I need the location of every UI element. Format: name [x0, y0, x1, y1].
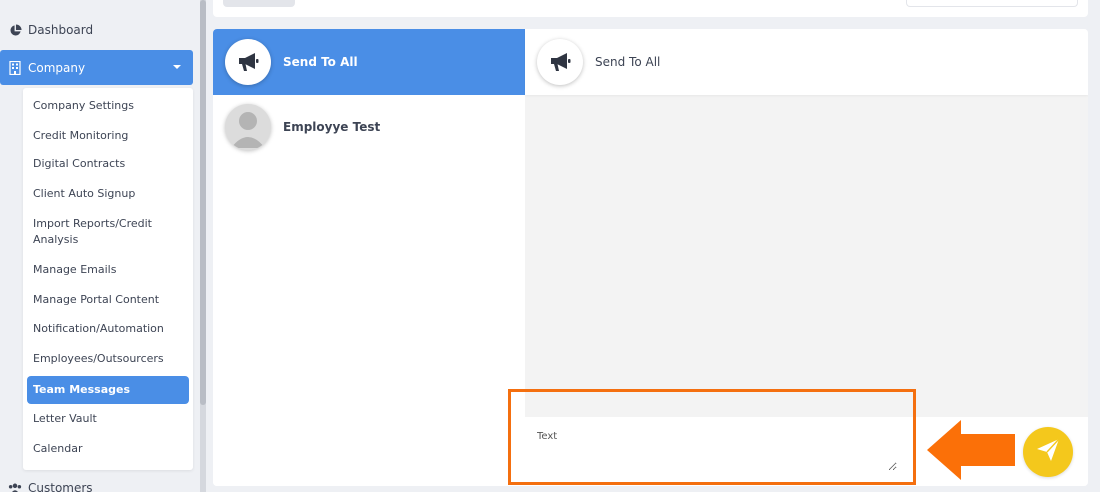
caret-down-icon: [173, 65, 181, 69]
toolbar-button[interactable]: [223, 0, 295, 7]
sidebar-scrollbar[interactable]: [200, 0, 206, 492]
contact-name: Employye Test: [283, 120, 381, 134]
megaphone-icon: [225, 39, 271, 85]
submenu-item-employees-outsourcers[interactable]: Employees/Outsourcers: [27, 351, 189, 367]
annotation-arrow-icon: [927, 420, 1015, 480]
users-icon: [8, 481, 22, 492]
submenu-item-team-messages[interactable]: Team Messages: [27, 376, 189, 404]
nav-company[interactable]: Company: [0, 50, 193, 85]
nav-customers[interactable]: Customers: [0, 478, 193, 492]
nav-company-label: Company: [28, 60, 86, 75]
megaphone-icon: [537, 39, 583, 85]
submenu-item-manage-emails[interactable]: Manage Emails: [27, 262, 189, 278]
submenu-item-notification-automation[interactable]: Notification/Automation: [27, 321, 189, 337]
person-avatar-icon: [225, 104, 271, 150]
contact-name: Send To All: [283, 55, 358, 69]
contact-employye-test[interactable]: Employye Test: [213, 97, 525, 157]
nav-dashboard-label: Dashboard: [28, 23, 94, 37]
submenu-item-company-settings[interactable]: Company Settings: [27, 98, 189, 114]
company-submenu: Company Settings Credit Monitoring Digit…: [23, 88, 193, 470]
toolbar-field[interactable]: [906, 0, 1078, 7]
top-toolbar: [213, 0, 1088, 17]
pie-chart-icon: [8, 23, 22, 37]
annotation-highlight-box: [508, 389, 916, 485]
paper-plane-icon: [1035, 437, 1061, 467]
contact-list: Send To All Employye Test: [213, 29, 525, 486]
submenu-item-credit-monitoring[interactable]: Credit Monitoring: [27, 128, 189, 144]
submenu-item-import-reports[interactable]: Import Reports/Credit Analysis: [27, 216, 167, 248]
send-button[interactable]: [1023, 427, 1073, 477]
sidebar-scrollbar-thumb[interactable]: [200, 0, 206, 405]
submenu-item-digital-contracts[interactable]: Digital Contracts: [27, 156, 189, 172]
building-icon: [8, 60, 22, 75]
submenu-item-calendar[interactable]: Calendar: [27, 441, 189, 457]
contact-send-to-all[interactable]: Send To All: [213, 29, 525, 95]
sidebar: Dashboard Company Company Settings Credi…: [0, 0, 200, 492]
nav-customers-label: Customers: [28, 481, 93, 492]
conversation-title: Send To All: [595, 55, 661, 69]
nav-dashboard[interactable]: Dashboard: [0, 12, 193, 48]
submenu-item-manage-portal-content[interactable]: Manage Portal Content: [27, 292, 189, 308]
submenu-item-client-auto-signup[interactable]: Client Auto Signup: [27, 186, 189, 202]
conversation-header: Send To All: [525, 29, 1088, 95]
submenu-item-letter-vault[interactable]: Letter Vault: [27, 411, 189, 427]
